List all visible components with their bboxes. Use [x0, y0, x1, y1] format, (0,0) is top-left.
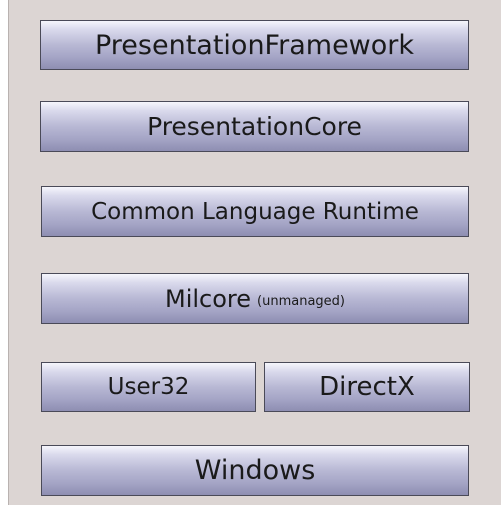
- presentation-core-box: PresentationCore: [40, 101, 469, 152]
- clr-box: Common Language Runtime: [41, 186, 469, 237]
- clr-label: Common Language Runtime: [91, 198, 419, 225]
- presentation-core-label: PresentationCore: [147, 112, 362, 141]
- milcore-label: Milcore: [165, 284, 252, 313]
- milcore-unmanaged-note: (unmanaged): [257, 294, 345, 309]
- user32-box: User32: [41, 362, 256, 412]
- directx-label: DirectX: [319, 372, 415, 402]
- user32-label: User32: [107, 374, 190, 400]
- diagram-canvas: PresentationFramework PresentationCore C…: [8, 0, 501, 505]
- windows-box: Windows: [41, 445, 469, 496]
- presentation-framework-label: PresentationFramework: [94, 29, 415, 61]
- directx-box: DirectX: [264, 362, 470, 412]
- presentation-framework-box: PresentationFramework: [40, 20, 469, 70]
- milcore-box: Milcore (unmanaged): [41, 273, 469, 324]
- windows-label: Windows: [194, 455, 316, 486]
